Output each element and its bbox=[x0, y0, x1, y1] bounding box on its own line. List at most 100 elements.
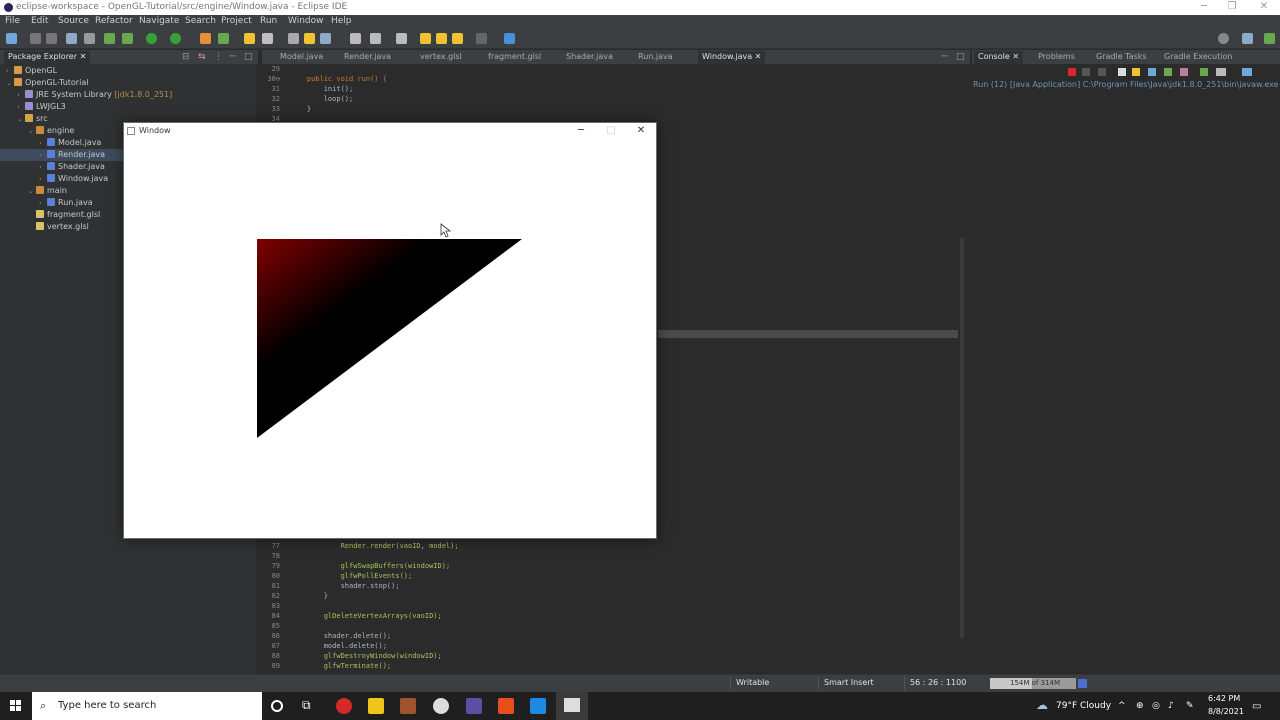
build-icon[interactable] bbox=[104, 33, 115, 44]
expand-arrow-icon[interactable]: ⌄ bbox=[28, 185, 36, 197]
code-line[interactable]: 30⊖ public void run() { bbox=[262, 74, 387, 84]
tab-window-java[interactable]: Window.java ✕ bbox=[698, 51, 766, 64]
tab-console[interactable]: Console ✕ bbox=[974, 51, 1024, 64]
back-icon[interactable] bbox=[452, 33, 463, 44]
volume-icon[interactable]: ♪ bbox=[1168, 701, 1174, 711]
close-button[interactable]: ✕ bbox=[1252, 1, 1276, 14]
code-line[interactable]: 84 glDeleteVertexArrays(vaoID); bbox=[262, 611, 442, 621]
menu-refactor[interactable]: Refactor bbox=[95, 16, 133, 26]
debug-icon[interactable] bbox=[122, 33, 133, 44]
pin-editor-icon[interactable] bbox=[504, 33, 515, 44]
vertical-scrollbar[interactable] bbox=[960, 238, 964, 638]
opera-icon[interactable] bbox=[336, 698, 352, 714]
menu-search[interactable]: Search bbox=[185, 16, 216, 26]
last-edit-icon[interactable] bbox=[396, 33, 407, 44]
insert-mode-status[interactable]: Smart Insert bbox=[824, 678, 874, 687]
clock-time[interactable]: 6:42 PM bbox=[1208, 694, 1240, 703]
maximize-editor-icon[interactable]: □ bbox=[956, 52, 965, 62]
active-window-taskbar-button[interactable] bbox=[556, 692, 588, 720]
minecraft-icon[interactable] bbox=[400, 698, 416, 714]
garbage-collect-icon[interactable] bbox=[1078, 679, 1087, 688]
show-hidden-icons-icon[interactable]: ^ bbox=[1118, 701, 1126, 711]
heap-status-bar[interactable]: 154M of 314M bbox=[990, 678, 1076, 689]
menu-project[interactable]: Project bbox=[221, 16, 252, 26]
code-line[interactable]: 77 Render.render(vaoID, model); bbox=[262, 541, 459, 551]
display-console-icon[interactable] bbox=[1216, 68, 1226, 76]
terminal-icon[interactable] bbox=[66, 33, 77, 44]
word-wrap-icon[interactable] bbox=[1148, 68, 1156, 76]
network-icon[interactable]: ⊕ bbox=[1136, 701, 1144, 711]
tree-item[interactable]: › OpenGL bbox=[0, 65, 257, 77]
tab-package-explorer[interactable]: Package Explorer ✕ bbox=[4, 51, 91, 64]
tab-gradle-execution[interactable]: Gradle Execution bbox=[1160, 51, 1236, 64]
code-line[interactable]: 82 } bbox=[262, 591, 328, 601]
remove-launch-icon[interactable] bbox=[1082, 68, 1090, 76]
forward-icon[interactable] bbox=[476, 33, 487, 44]
pen-icon[interactable]: ✎ bbox=[1186, 701, 1194, 711]
save-all-icon[interactable] bbox=[46, 33, 57, 44]
tree-item[interactable]: › JRE System Library [jdk1.8.0_251] bbox=[0, 89, 257, 101]
prev-annotation-icon[interactable] bbox=[436, 33, 447, 44]
open-type-icon[interactable] bbox=[244, 33, 255, 44]
weather-text[interactable]: 79°F Cloudy bbox=[1056, 701, 1111, 711]
expand-arrow-icon[interactable]: › bbox=[39, 149, 47, 161]
tab-shader-java[interactable]: Shader.java bbox=[562, 51, 617, 64]
visual-studio-icon[interactable] bbox=[530, 698, 546, 714]
glfw-close-button[interactable]: ✕ bbox=[626, 124, 656, 138]
annotation-icon[interactable] bbox=[370, 33, 381, 44]
eclipse-taskbar-icon[interactable] bbox=[466, 698, 482, 714]
view-menu-icon[interactable]: ⋮ bbox=[214, 52, 223, 62]
code-line[interactable]: 89 glfwTerminate(); bbox=[262, 661, 392, 671]
maximize-view-icon[interactable]: □ bbox=[244, 52, 253, 62]
pin-console-icon[interactable] bbox=[1200, 68, 1208, 76]
java-app-icon[interactable] bbox=[498, 698, 514, 714]
minimize-view-icon[interactable]: ─ bbox=[230, 52, 235, 62]
toggle-mark-icon[interactable] bbox=[288, 33, 299, 44]
close-tab-icon[interactable]: ✕ bbox=[80, 52, 87, 61]
code-line[interactable]: 83 bbox=[262, 601, 290, 611]
code-line[interactable]: 33 } bbox=[262, 104, 312, 114]
link-editor-icon[interactable]: ⇆ bbox=[198, 52, 206, 62]
code-line[interactable]: 80 glfwPollEvents(); bbox=[262, 571, 413, 581]
code-line[interactable]: 86 shader.delete(); bbox=[262, 631, 392, 641]
expand-arrow-icon[interactable]: › bbox=[17, 89, 25, 101]
coverage-icon[interactable] bbox=[170, 33, 181, 44]
code-line[interactable]: 32 loop(); bbox=[262, 94, 354, 104]
expand-arrow-icon[interactable]: › bbox=[39, 161, 47, 173]
highlight-icon[interactable] bbox=[304, 33, 315, 44]
horizontal-scrollbar[interactable] bbox=[658, 330, 958, 338]
menu-file[interactable]: File bbox=[5, 16, 20, 26]
next-annotation-icon[interactable] bbox=[420, 33, 431, 44]
new-icon[interactable] bbox=[6, 33, 17, 44]
java-perspective-icon[interactable] bbox=[1264, 33, 1275, 44]
tab-fragment-glsl[interactable]: fragment.glsl bbox=[484, 51, 545, 64]
show-on-output-icon[interactable] bbox=[1164, 68, 1172, 76]
menu-run[interactable]: Run bbox=[260, 16, 277, 26]
tab-vertex-glsl[interactable]: vertex.glsl bbox=[416, 51, 466, 64]
minimize-editor-icon[interactable]: ─ bbox=[942, 52, 947, 62]
new-java-project-icon[interactable] bbox=[218, 33, 229, 44]
search-icon[interactable] bbox=[262, 33, 273, 44]
code-line[interactable]: 81 shader.stop(); bbox=[262, 581, 400, 591]
glfw-maximize-button[interactable]: □ bbox=[596, 124, 626, 138]
block-selection-icon[interactable] bbox=[320, 33, 331, 44]
cursor-position-status[interactable]: 56 : 26 : 1100 bbox=[910, 678, 966, 687]
code-line[interactable]: 29 bbox=[262, 64, 290, 74]
task-view-icon[interactable]: ⧉ bbox=[302, 698, 311, 713]
expand-arrow-icon[interactable]: › bbox=[6, 65, 14, 77]
menu-source[interactable]: Source bbox=[58, 16, 89, 26]
menu-navigate[interactable]: Navigate bbox=[139, 16, 179, 26]
windows-start-icon[interactable] bbox=[10, 700, 22, 712]
clock-date[interactable]: 8/8/2021 bbox=[1208, 707, 1244, 716]
external-tools-icon[interactable] bbox=[200, 33, 211, 44]
run-icon[interactable] bbox=[146, 33, 157, 44]
code-line[interactable]: 79 glfwSwapBuffers(windowID); bbox=[262, 561, 451, 571]
code-line[interactable]: 85 bbox=[262, 621, 290, 631]
tab-run-java[interactable]: Run.java bbox=[634, 51, 677, 64]
expand-arrow-icon[interactable]: › bbox=[39, 137, 47, 149]
code-line[interactable]: 78 bbox=[262, 551, 290, 561]
notification-icon[interactable]: ▭ bbox=[1252, 701, 1261, 712]
remove-all-icon[interactable] bbox=[1098, 68, 1106, 76]
tab-gradle-tasks[interactable]: Gradle Tasks bbox=[1092, 51, 1151, 64]
cortana-icon[interactable] bbox=[271, 700, 283, 712]
